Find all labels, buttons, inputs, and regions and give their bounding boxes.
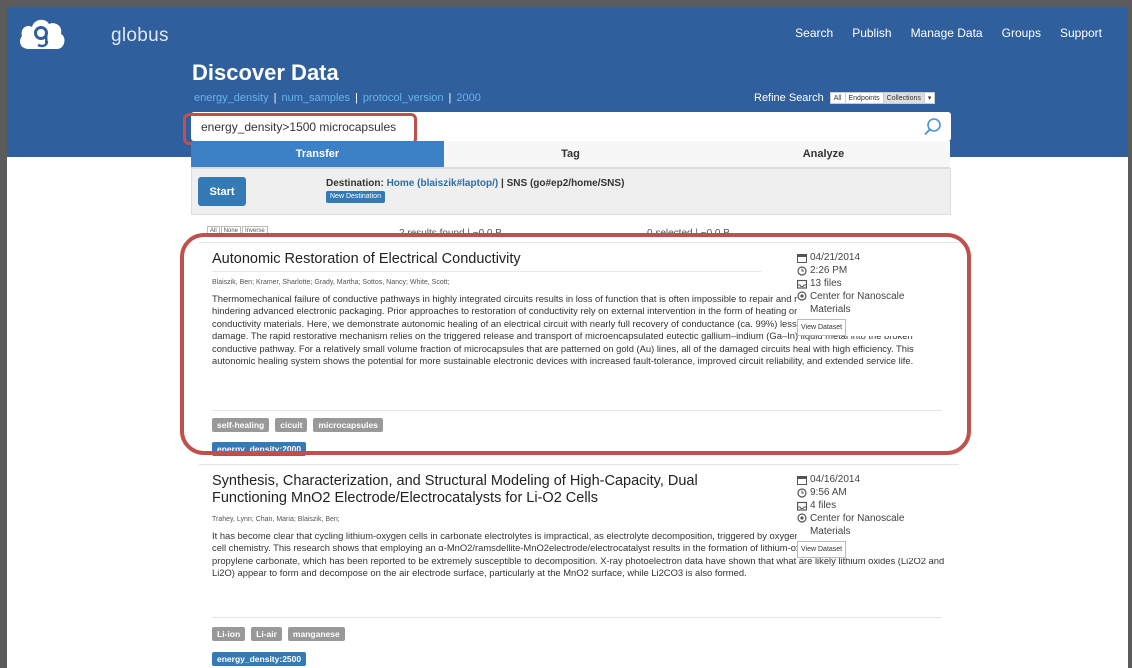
result-metadata: 04/21/2014 2:26 PM 13 files Center for N… [797, 251, 947, 336]
refine-search: Refine Search All Endpoints Collections … [754, 92, 936, 104]
nav-publish[interactable]: Publish [852, 26, 891, 40]
facet-link-protocol-version[interactable]: protocol_version [363, 92, 444, 104]
result-date: 04/21/2014 [810, 252, 861, 263]
refine-option-endpoints[interactable]: Endpoints [846, 93, 884, 103]
result-divider [212, 617, 942, 618]
tab-tag[interactable]: Tag [444, 141, 697, 168]
view-dataset-button[interactable]: View Dataset [797, 319, 847, 336]
result-tags: self-healing cicuit microcapsules [212, 418, 383, 432]
window-frame-right [1128, 0, 1132, 668]
result-authors: Blaiszik, Ben; Kramer, Sharlotte; Grady,… [212, 279, 450, 286]
facet-link-num-samples[interactable]: num_samples [281, 92, 349, 104]
target-icon [797, 291, 807, 301]
search-input[interactable] [201, 117, 901, 136]
result-file-count: 4 files [810, 500, 837, 511]
tag-self-healing[interactable]: self-healing [212, 418, 270, 432]
selected-count: 0 selected | ~0.0 B [647, 228, 730, 237]
destination-path: | SNS (go#ep2/home/SNS) [501, 178, 625, 189]
nav-groups[interactable]: Groups [1002, 26, 1041, 40]
select-all-button[interactable]: All [207, 226, 220, 236]
calendar-icon [797, 475, 807, 485]
results-bar: All None Inverse 2 results found | ~0.0 … [199, 224, 959, 237]
result-center: Center for Nanoscale Materials [809, 513, 905, 537]
tab-transfer[interactable]: Transfer [191, 141, 444, 168]
result-center: Center for Nanoscale Materials [809, 291, 905, 315]
tag-manganese[interactable]: manganese [287, 627, 345, 641]
clock-icon [797, 487, 807, 498]
result-time: 2:26 PM [810, 265, 848, 276]
refine-scope-selector: All Endpoints Collections ▾ [829, 92, 936, 104]
tag-cicuit[interactable]: cicuit [275, 418, 308, 432]
window-frame-top [0, 0, 1132, 7]
inbox-icon [797, 279, 807, 289]
tag-li-air[interactable]: Li-air [251, 627, 282, 641]
result-file-count: 13 files [810, 278, 842, 289]
view-dataset-button[interactable]: View Dataset [797, 541, 847, 558]
globus-logo-icon[interactable] [17, 15, 67, 51]
facet-tag-energy-density[interactable]: energy_density:2500 [212, 652, 307, 666]
result-authors: Trahey, Lynn; Chan, Maria; Blaiszik, Ben… [212, 516, 340, 523]
facet-link-energy-density[interactable]: energy_density [194, 92, 269, 104]
results-found-count: 2 results found | ~0.0 B [399, 228, 502, 237]
nav-search[interactable]: Search [795, 26, 833, 40]
facet-breadcrumb: energy_density | num_samples | protocol_vers… [194, 92, 481, 104]
target-icon [797, 513, 807, 523]
destination-line: Destination: Home (blaiszik#laptop/) | S… [326, 178, 624, 189]
search-box [191, 112, 951, 141]
nav-manage-data[interactable]: Manage Data [911, 26, 983, 40]
result-item: Synthesis, Characterization, and Structu… [199, 464, 959, 668]
calendar-icon [797, 253, 807, 263]
start-button[interactable]: Start [198, 177, 246, 206]
facet-link-2000[interactable]: 2000 [456, 92, 480, 104]
clock-icon [797, 265, 807, 276]
window-frame-left [0, 0, 7, 668]
select-none-button[interactable]: None [220, 226, 242, 236]
page-title: Discover Data [192, 60, 339, 85]
top-navigation: Search Publish Manage Data Groups Suppor… [795, 26, 1102, 40]
new-destination-button[interactable]: New Destination [326, 191, 385, 203]
refine-option-all[interactable]: All [831, 93, 846, 103]
select-inverse-button[interactable]: Inverse [242, 226, 268, 236]
result-title[interactable]: Autonomic Restoration of Electrical Cond… [212, 251, 762, 272]
refine-option-collections[interactable]: Collections [883, 93, 925, 103]
result-time: 9:56 AM [810, 487, 847, 498]
result-title[interactable]: Synthesis, Characterization, and Structu… [212, 473, 762, 507]
tag-li-ion[interactable]: Li-ion [212, 627, 246, 641]
action-tabs: Transfer Tag Analyze [191, 141, 951, 168]
transfer-panel: Start Destination: Home (blaiszik#laptop… [191, 168, 951, 215]
destination-endpoint-link[interactable]: Home (blaiszik#laptop/) [387, 178, 499, 189]
facet-tag-energy-density[interactable]: energy_density:2000 [212, 442, 307, 456]
result-item: Autonomic Restoration of Electrical Cond… [199, 242, 959, 457]
selection-buttons: All None Inverse [207, 226, 268, 236]
chevron-down-icon[interactable]: ▾ [925, 93, 935, 103]
destination-label: Destination: [326, 178, 384, 189]
result-tags: Li-ion Li-air manganese [212, 627, 345, 641]
inbox-icon [797, 501, 807, 511]
tab-analyze[interactable]: Analyze [697, 141, 950, 168]
result-metadata: 04/16/2014 9:56 AM 4 files Center for Na… [797, 473, 947, 558]
brand-name: globus [111, 25, 169, 46]
search-icon[interactable] [923, 117, 943, 137]
refine-search-label: Refine Search [754, 92, 824, 104]
tag-microcapsules[interactable]: microcapsules [313, 418, 383, 432]
nav-support[interactable]: Support [1060, 26, 1102, 40]
result-date: 04/16/2014 [810, 474, 861, 485]
result-divider [212, 410, 942, 411]
